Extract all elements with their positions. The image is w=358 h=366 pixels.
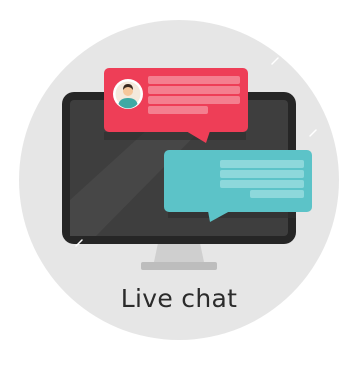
- live-chat-illustration: Live chat: [0, 0, 358, 361]
- chat-bubble-icon: [164, 150, 312, 222]
- chat-bubble-icon: [104, 68, 248, 143]
- caption-title: Live chat: [120, 284, 238, 313]
- user-avatar-icon: [113, 79, 143, 109]
- monitor-stand-neck: [154, 243, 204, 262]
- monitor-stand-base: [141, 262, 217, 270]
- bubble-shadow: [104, 132, 246, 140]
